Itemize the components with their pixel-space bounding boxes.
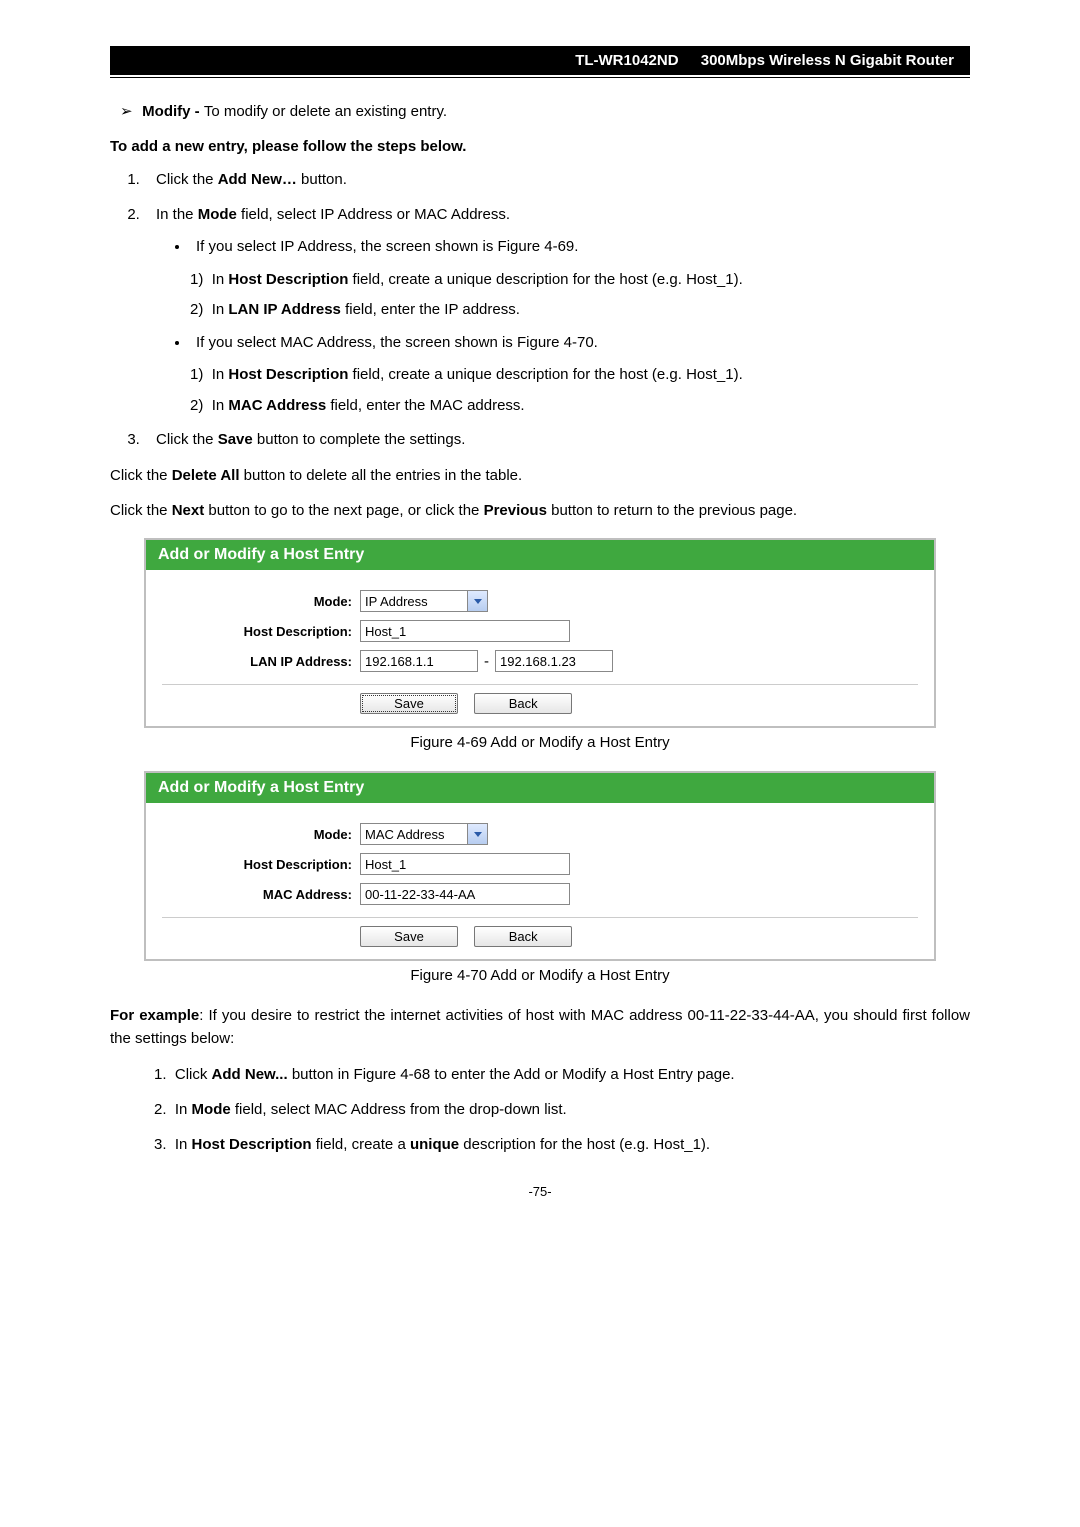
mode-label: Mode: — [162, 827, 360, 842]
modify-term: Modify - — [142, 103, 204, 120]
panel-title: Add or Modify a Host Entry — [146, 773, 934, 803]
ip-sub-2: 2) In LAN IP Address field, enter the IP… — [190, 299, 970, 322]
host-desc-input[interactable] — [360, 620, 570, 642]
mac-bullet: If you select MAC Address, the screen sh… — [190, 332, 970, 355]
lan-ip-from-input[interactable] — [360, 650, 478, 672]
modify-text: To modify or delete an existing entry. — [204, 103, 447, 120]
add-heading: To add a new entry, please follow the st… — [110, 138, 970, 155]
save-button[interactable]: Save — [360, 926, 458, 947]
panel-title: Add or Modify a Host Entry — [146, 540, 934, 570]
mac-sub-2: 2) In MAC Address field, enter the MAC a… — [190, 395, 970, 418]
host-entry-panel-ip: Add or Modify a Host Entry Mode: Host De… — [144, 538, 936, 728]
example-step-3: 3. In Host Description field, create a u… — [154, 1133, 970, 1156]
example-step-2: 2. In Mode field, select MAC Address fro… — [154, 1098, 970, 1121]
page-number: -75- — [110, 1184, 970, 1199]
page-header: TL-WR1042ND 300Mbps Wireless N Gigabit R… — [110, 46, 970, 75]
example-para: For example: If you desire to restrict t… — [110, 1004, 970, 1051]
delete-all-line: Click the Delete All button to delete al… — [110, 464, 970, 487]
save-button[interactable]: Save — [360, 693, 458, 714]
step-1: Click the Add New… button. — [144, 169, 970, 192]
chevron-down-icon[interactable] — [468, 823, 488, 845]
mode-select-value[interactable] — [360, 823, 468, 845]
model-number: TL-WR1042ND — [575, 52, 678, 69]
chevron-icon: ➢ — [120, 102, 138, 120]
figure-4-70-caption: Figure 4-70 Add or Modify a Host Entry — [110, 967, 970, 984]
host-desc-input[interactable] — [360, 853, 570, 875]
back-button[interactable]: Back — [474, 926, 572, 947]
ip-bullet: If you select IP Address, the screen sho… — [190, 236, 970, 259]
header-underline — [110, 77, 970, 78]
figure-4-69-caption: Figure 4-69 Add or Modify a Host Entry — [110, 734, 970, 751]
step-3: Click the Save button to complete the se… — [144, 429, 970, 452]
lan-ip-to-input[interactable] — [495, 650, 613, 672]
mode-select-value[interactable] — [360, 590, 468, 612]
step-2: In the Mode field, select IP Address or … — [144, 204, 970, 418]
modify-bullet: ➢ Modify - To modify or delete an existi… — [120, 102, 970, 120]
host-desc-label: Host Description: — [162, 624, 360, 639]
next-prev-line: Click the Next button to go to the next … — [110, 499, 970, 522]
host-desc-label: Host Description: — [162, 857, 360, 872]
mode-label: Mode: — [162, 594, 360, 609]
back-button[interactable]: Back — [474, 693, 572, 714]
example-step-1: 1. Click Add New... button in Figure 4-6… — [154, 1063, 970, 1086]
ip-sub-1: 1) In Host Description field, create a u… — [190, 269, 970, 292]
mode-select[interactable] — [360, 823, 488, 845]
chevron-down-icon[interactable] — [468, 590, 488, 612]
mac-addr-label: MAC Address: — [162, 887, 360, 902]
mac-sub-1: 1) In Host Description field, create a u… — [190, 364, 970, 387]
dash-icon: - — [484, 653, 489, 670]
product-name: 300Mbps Wireless N Gigabit Router — [701, 52, 954, 69]
mode-select[interactable] — [360, 590, 488, 612]
host-entry-panel-mac: Add or Modify a Host Entry Mode: Host De… — [144, 771, 936, 961]
mac-addr-input[interactable] — [360, 883, 570, 905]
lan-ip-label: LAN IP Address: — [162, 654, 360, 669]
